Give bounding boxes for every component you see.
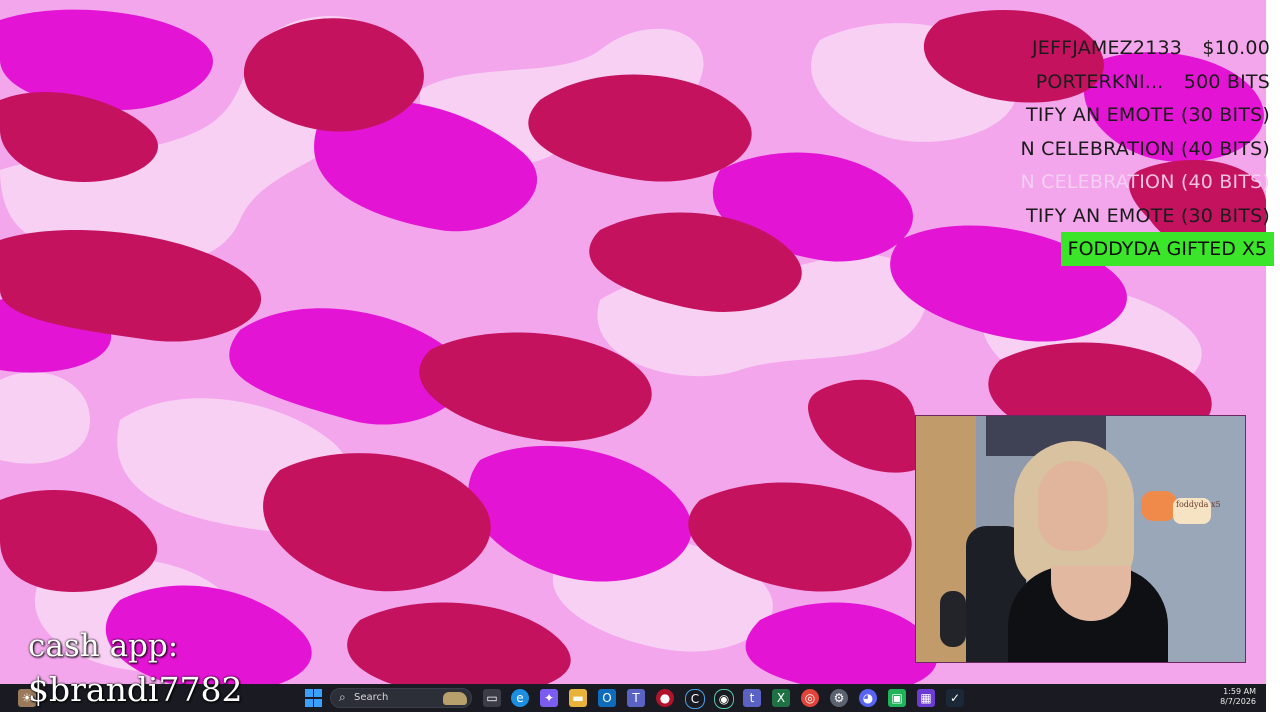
red-app-icon[interactable]: ● [656, 689, 674, 707]
obs-icon[interactable]: ◉ [714, 689, 734, 709]
bottom-edge-strip [0, 712, 1280, 720]
settings-icon[interactable]: ⚙ [830, 689, 848, 707]
event-row: $10.00 JEFFJAMEZ2133 [1000, 32, 1270, 66]
task-view-icon[interactable]: ▭ [483, 689, 501, 707]
event-name: TIFY AN EMOTE (30 BITS) [1026, 204, 1270, 227]
taskbar-search-box[interactable]: ⌕ Search [330, 688, 472, 708]
event-name: JEFFJAMEZ2133 [1031, 37, 1183, 59]
teams-chat-icon[interactable]: t [743, 689, 761, 707]
event-amount: $10.00 [1202, 37, 1270, 59]
wall-sticker-fox [1141, 491, 1177, 521]
system-clock[interactable]: 1:59 AM 8/7/2026 [1220, 687, 1256, 707]
excel-icon[interactable]: X [772, 689, 790, 707]
outlook-icon[interactable]: O [598, 689, 616, 707]
microphone-icon [940, 591, 966, 647]
event-name: PORTERKNI... [1035, 70, 1164, 93]
steam-icon[interactable]: ✓ [946, 689, 964, 707]
clock-date: 8/7/2026 [1220, 697, 1256, 706]
windows-start-icon[interactable] [304, 689, 322, 707]
green-app-icon[interactable]: ▣ [888, 689, 906, 707]
search-placeholder: Search [354, 692, 389, 703]
clock-time: 1:59 AM [1223, 687, 1256, 696]
discord-icon[interactable]: ◕ [859, 689, 877, 707]
gift-subs-badge: FODDYDA GIFTED X5 [1060, 232, 1274, 266]
event-row: TIFY AN EMOTE (30 BITS) [1000, 200, 1270, 234]
cash-app-handle: $brandi7782 [28, 670, 243, 709]
event-row: 500 BITS PORTERKNI... [1000, 66, 1270, 100]
cash-app-label: cash app: [28, 628, 179, 664]
chrome-icon[interactable]: ◎ [801, 689, 819, 707]
purple-app-icon[interactable]: ▦ [917, 689, 935, 707]
recent-events-list: $10.00 JEFFJAMEZ2133 500 BITS PORTERKNI.… [1000, 32, 1270, 234]
webcam-feed: foddyda x5 [915, 415, 1246, 663]
event-row: N CELEBRATION (40 BITS) [1000, 133, 1270, 167]
event-row: N CELEBRATION (40 BITS) [1000, 166, 1270, 200]
event-name: N CELEBRATION (40 BITS) [1020, 137, 1270, 160]
event-name: N CELEBRATION (40 BITS) [1020, 171, 1270, 194]
c-app-icon[interactable]: C [685, 689, 705, 709]
copilot-icon[interactable]: ✦ [540, 689, 558, 707]
edge-icon[interactable]: e [511, 689, 529, 707]
event-row: TIFY AN EMOTE (30 BITS) [1000, 99, 1270, 133]
event-name: TIFY AN EMOTE (30 BITS) [1026, 104, 1270, 127]
event-amount: 500 BITS [1183, 70, 1270, 93]
search-highlight-icon [443, 692, 467, 705]
webcam-streamer-face [1038, 461, 1108, 551]
file-explorer-icon[interactable]: ▬ [569, 689, 587, 707]
wall-sticker-text: foddyda x5 [1176, 500, 1221, 509]
teams-icon[interactable]: T [627, 689, 645, 707]
search-icon: ⌕ [339, 690, 346, 704]
